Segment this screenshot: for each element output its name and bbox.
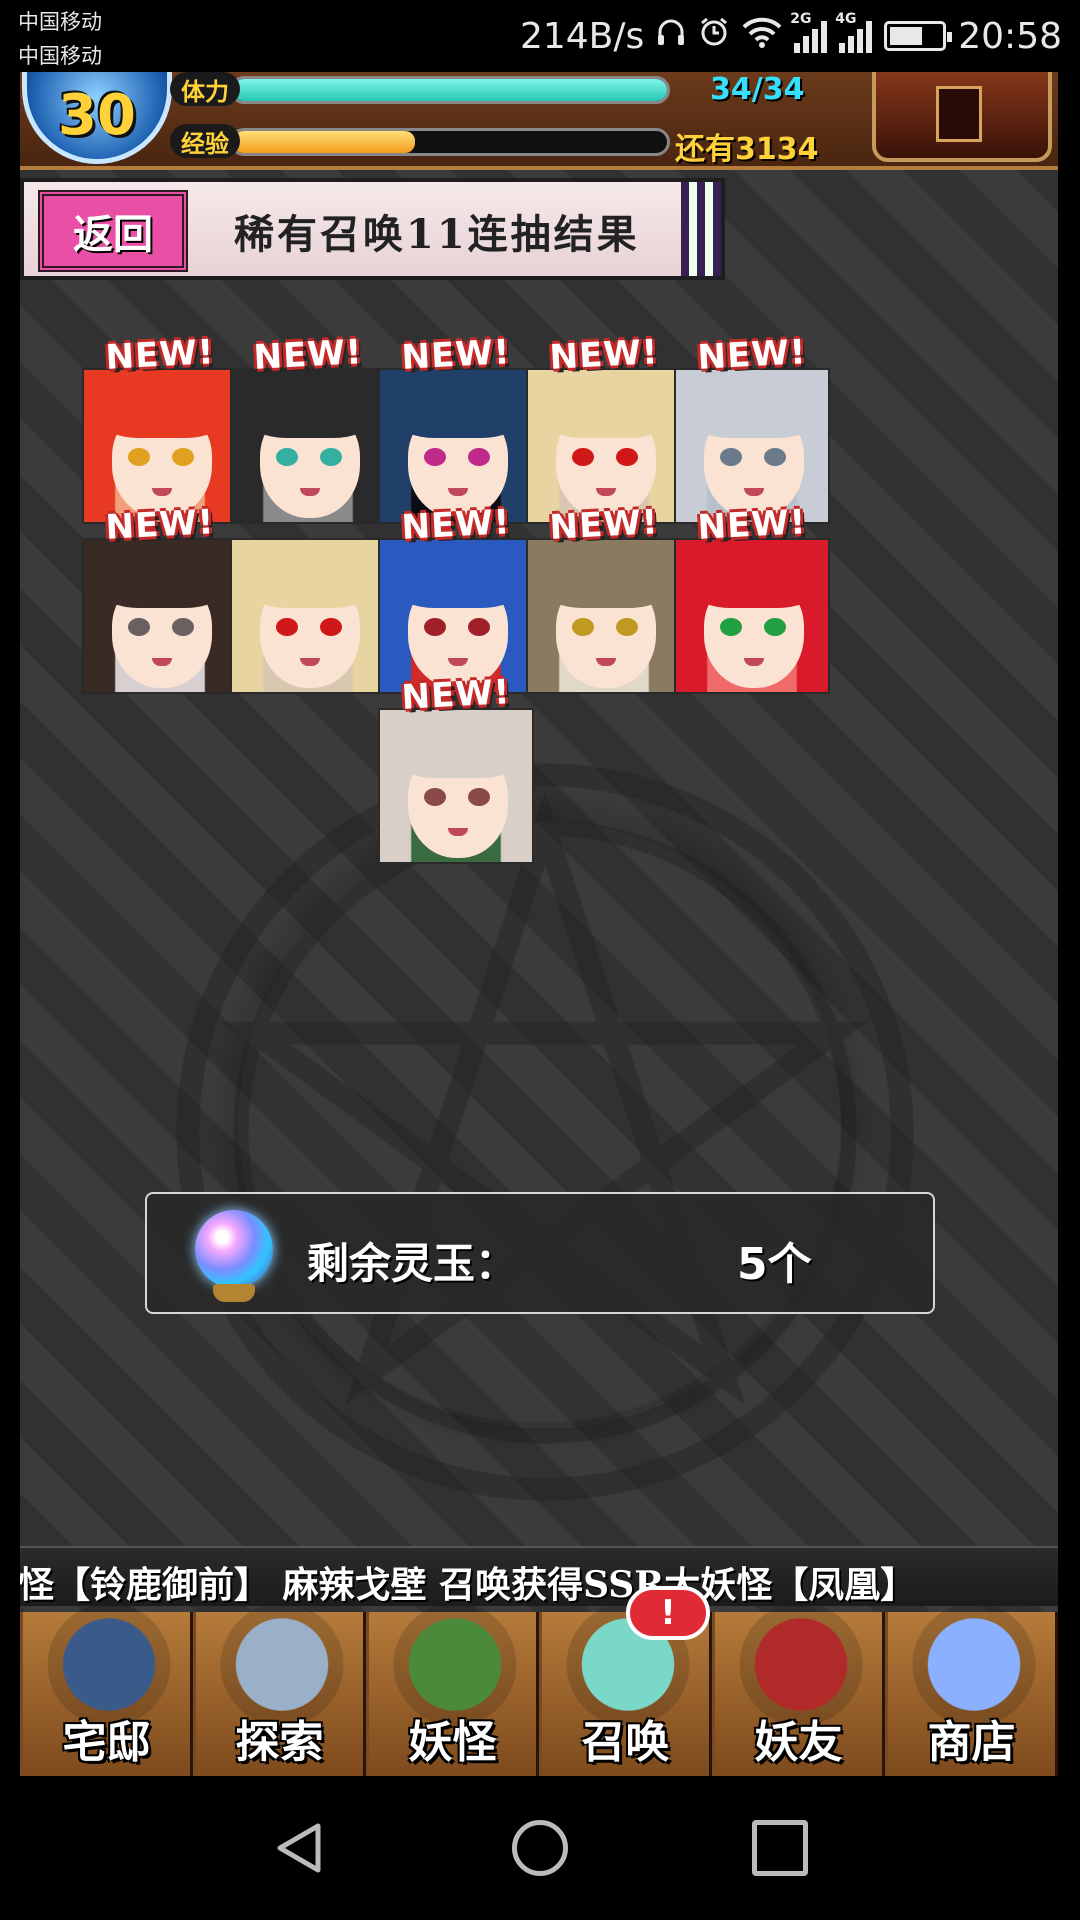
pentagram-background-icon [176,763,914,1501]
clock-time: 20:58 [958,15,1062,57]
back-button[interactable]: 返回 [38,190,188,272]
nav-label: 探索 [235,1717,324,1768]
stamina-bar-fill [233,79,667,101]
summoned-yokai-card[interactable] [378,708,534,864]
experience-label: 经验 [170,124,240,158]
banner-stripe-decoration [681,182,721,276]
new-badge: NEW! [696,502,808,548]
summoned-yokai-card[interactable] [674,538,830,694]
nav-label: 妖友 [754,1717,843,1768]
nav-button-5[interactable]: 商店 [885,1606,1058,1776]
nav-button-3[interactable]: 召唤! [539,1586,712,1776]
carrier-name-2: 中国移动 [18,44,102,68]
nav-button-4[interactable]: 妖友 [712,1606,885,1776]
home-circle-icon[interactable] [512,1820,568,1876]
nav-button-2[interactable]: 妖怪 [366,1606,539,1776]
wifi-icon [742,16,782,57]
new-badge: NEW! [104,332,216,378]
nav-label: 宅邸 [62,1717,151,1768]
stamina-bar: 体力 [170,72,670,106]
alert-badge: ! [626,1586,710,1640]
level-badge[interactable]: 30 [22,72,172,164]
summoned-yokai-card[interactable] [526,538,682,694]
stamina-label: 体力 [170,72,240,106]
experience-bar-fill [233,131,416,153]
recents-square-icon[interactable] [752,1820,808,1876]
spirit-jade-orb-icon [195,1210,273,1288]
new-badge: NEW! [400,332,512,378]
orb-stand [213,1284,255,1302]
signal-icon-sim2: 4G [835,11,873,53]
new-badge: NEW! [696,332,808,378]
announcement-ticker: 怪【铃鹿御前】 麻辣戈壁 召唤获得SSR大妖怪【凤凰】 [20,1546,1058,1606]
carrier-name-1: 中国移动 [18,10,102,34]
new-badge: NEW! [104,502,216,548]
nav-label: 商店 [927,1717,1016,1768]
player-status-hud: 30 体力 34/34 经验 还有3134 [20,72,1058,170]
new-badge: NEW! [548,502,660,548]
battery-icon [884,21,953,51]
nav-button-1[interactable]: 探索 [193,1606,366,1776]
status-icons: 214B/s 2G 4G 20:58 [519,11,1062,58]
summoned-yokai-card[interactable] [230,538,386,694]
nav-button-0[interactable]: 宅邸 [20,1606,193,1776]
back-triangle-icon[interactable] [272,1820,328,1876]
status-bar: 中国移动 中国移动 214B/s 2G 4G 20:58 [0,0,1080,72]
summoned-yokai-card[interactable] [230,368,386,524]
ticker-text: 怪【铃鹿御前】 麻辣戈壁 召唤获得SSR大妖怪【凤凰】 [20,1564,917,1606]
experience-bar: 经验 [170,124,670,158]
summoned-yokai-card[interactable] [82,538,238,694]
experience-remaining: 还有3134 [675,132,819,167]
alarm-icon [698,16,730,57]
new-badge: NEW! [252,332,364,378]
remaining-jade-value: 5个 [737,1239,812,1290]
main-navigation: 宅邸 探索 妖怪 召唤! 妖友 商店 [20,1586,1058,1776]
system-navigation-bar [0,1776,1080,1920]
headphones-icon [656,16,686,56]
new-badge: NEW! [400,672,512,718]
new-badge: NEW! [400,502,512,548]
new-badge: NEW! [548,332,660,378]
nav-label: 召唤 [581,1717,670,1768]
remaining-jade-label: 剩余灵玉： [307,1239,518,1288]
network-speed: 214B/s [519,15,645,57]
title-banner: 返回 稀有召唤11连抽结果 [20,178,725,280]
page-title: 稀有召唤11连抽结果 [234,211,640,258]
player-level: 30 [58,82,136,148]
signal-icon-sim1: 2G [790,11,828,53]
nav-label: 妖怪 [408,1717,497,1768]
game-screen: 30 体力 34/34 经验 还有3134 返回 稀有召唤11连抽结果 NEW!… [20,72,1058,1776]
treasure-chest-icon[interactable] [872,72,1052,162]
remaining-jade-panel: 剩余灵玉： 5个 [145,1192,935,1314]
stamina-value: 34/34 [710,72,805,107]
